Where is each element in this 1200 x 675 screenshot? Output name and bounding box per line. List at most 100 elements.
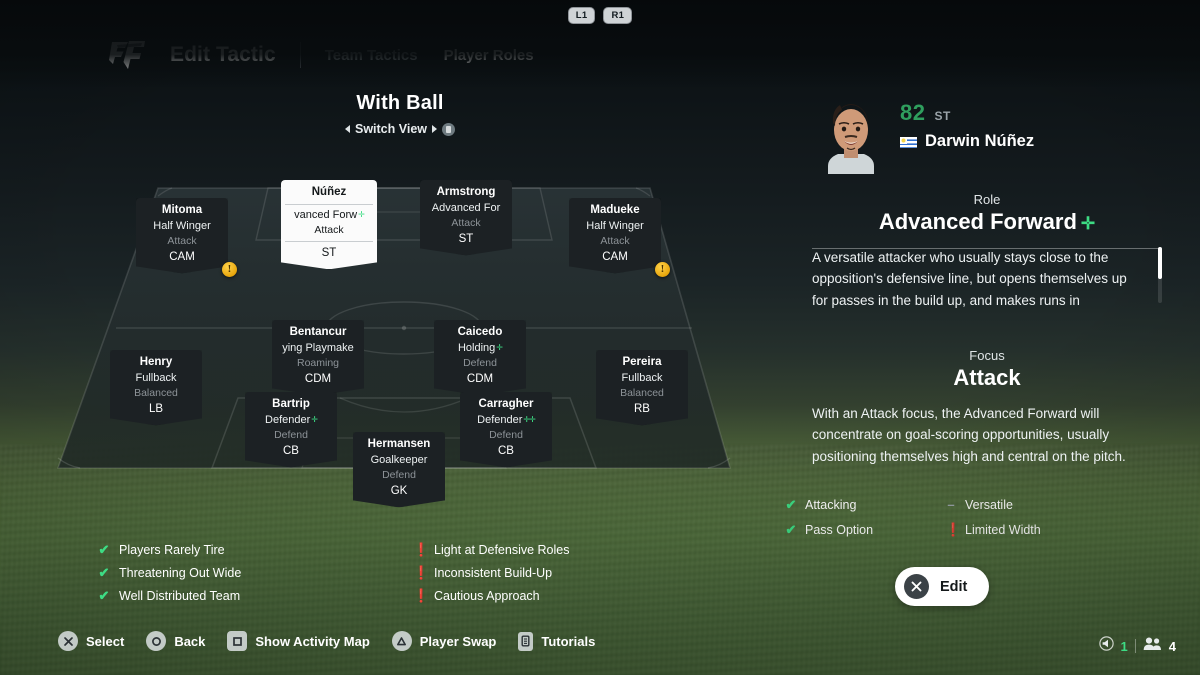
player-card-warning-icon: ! — [222, 262, 237, 277]
player-card-position: GK — [390, 485, 408, 498]
edit-button[interactable]: Edit — [895, 567, 990, 606]
player-card-role: Holding ✛ — [457, 341, 502, 354]
player-card-position: ST — [458, 233, 474, 246]
player-card-position: LB — [148, 403, 164, 416]
player-card-role: Fullback — [621, 371, 663, 384]
player-full-name: Darwin Núñez — [925, 132, 1035, 150]
player-card-focus: Balanced — [620, 387, 664, 400]
player-card-name: Armstrong — [436, 186, 496, 198]
action-player-swap[interactable]: Player Swap — [391, 631, 497, 651]
player-card-focus: Balanced — [134, 387, 178, 400]
action-tutorials[interactable]: Tutorials — [518, 631, 596, 651]
role-chevron-icon: ✛ — [1080, 214, 1096, 233]
role-description: A versatile attacker who usually stays c… — [812, 250, 1127, 308]
cross-button-icon — [58, 631, 78, 651]
pitch-header: With Ball Switch View — [0, 92, 800, 138]
bottom-action-bar[interactable]: Select Back Show Activity Map Player Swa… — [58, 631, 595, 651]
volume-icon — [1098, 636, 1114, 656]
player-header: 82 ST Darwin Núñez — [812, 92, 1160, 249]
upgrade-chevron-icon: ✛✛ — [523, 415, 535, 425]
player-card-carragher[interactable]: Carragher Defender ✛✛ Defend CB — [460, 392, 552, 467]
focus-section: Focus Attack With an Attack focus, the A… — [812, 348, 1162, 467]
player-card-armstrong[interactable]: Armstrong Advanced For Attack ST — [420, 180, 512, 255]
upgrade-chevron-icon: ✛ — [496, 343, 502, 353]
player-card-focus: Defend — [489, 429, 523, 442]
player-position: ST — [934, 109, 951, 123]
team-trait-negative: ❗ Light at Defensive Roles — [413, 538, 570, 561]
action-label: Back — [174, 633, 206, 649]
player-card-name: Henry — [139, 356, 173, 368]
player-card-bartrip[interactable]: Bartrip Defender ✛ Defend CB — [245, 392, 337, 467]
player-card-pereira[interactable]: Pereira Fullback Balanced RB — [596, 350, 688, 425]
player-card-focus: Attack — [167, 235, 197, 248]
player-name-row: Darwin Núñez — [900, 132, 1034, 151]
player-card-name: Hermansen — [367, 438, 431, 450]
player-card-position: CAM — [169, 251, 195, 264]
player-card-henry[interactable]: Henry Fullback Balanced LB — [110, 350, 202, 425]
player-card-madueke[interactable]: Madueke Half Winger Attack CAM — [569, 198, 661, 273]
player-card-caicedo[interactable]: Caicedo Holding ✛ Defend CDM — [434, 320, 526, 395]
player-card-mitoma[interactable]: Mitoma Half Winger Attack CAM — [136, 198, 228, 273]
pitch-phase-title: With Ball — [356, 92, 444, 114]
action-label: Show Activity Map — [255, 633, 370, 649]
action-select[interactable]: Select — [58, 631, 124, 651]
player-rating: 82 — [900, 100, 926, 125]
focus-description: With an Attack focus, the Advanced Forwa… — [812, 406, 1126, 464]
circle-button-icon — [146, 631, 167, 651]
action-label: Player Swap — [419, 633, 497, 649]
player-card-role: Half Winger — [586, 219, 644, 232]
player-card-nunez[interactable]: Núñez vanced Forw ✛ Attack ST — [281, 180, 377, 269]
player-card-role: Advanced For — [431, 201, 501, 214]
player-card-name: Caicedo — [457, 326, 503, 338]
switch-view-button[interactable]: Switch View — [344, 122, 455, 136]
player-card-role: Defender ✛ — [265, 413, 317, 426]
trait-label: Inconsistent Build-Up — [434, 565, 553, 580]
upgrade-chevron-icon: ✛ — [311, 415, 317, 425]
player-card-name: Pereira — [622, 356, 662, 368]
edit-button-label: Edit — [940, 578, 968, 595]
role-section: Role Advanced Forward ✛ A versatile attac… — [812, 192, 1162, 311]
team-trait-positive: ✔ Threatening Out Wide — [98, 561, 413, 584]
action-label: Tutorials — [541, 633, 596, 649]
player-card-bentancur[interactable]: Bentancur ying Playmake Roaming CDM — [272, 320, 364, 395]
player-detail-panel: 82 ST Darwin Núñez Role Advanced Forward… — [780, 0, 1200, 675]
trait-label: Players Rarely Tire — [119, 542, 225, 557]
trait-label: Well Distributed Team — [119, 588, 241, 603]
focus-label: Focus — [969, 348, 1005, 363]
team-trait-positive: ✔ Players Rarely Tire — [98, 538, 413, 561]
player-card-role: vanced Forw ✛ — [285, 204, 373, 224]
player-card-position: CB — [283, 445, 299, 458]
player-card-focus: Defend — [463, 357, 497, 370]
player-card-role: ying Playmake — [282, 341, 354, 354]
volume-value: 1 — [1120, 638, 1128, 654]
r1-button-hint[interactable]: R1 — [603, 7, 633, 25]
l1-button-hint[interactable]: L1 — [567, 7, 596, 25]
player-card-name: Carragher — [478, 398, 534, 410]
avatar — [820, 96, 882, 174]
player-card-position: RB — [634, 403, 650, 416]
team-trait-negative: ❗ Cautious Approach — [413, 584, 570, 607]
player-card-focus: Attack — [314, 224, 344, 237]
role-value: Advanced Forward ✛ — [812, 209, 1162, 235]
chevron-right-icon — [432, 125, 437, 133]
tactics-screen: Mitoma Half Winger Attack CAM! Núñez vanced F… — [0, 0, 1200, 675]
chevron-left-icon — [344, 125, 350, 133]
player-card-hermansen[interactable]: Hermansen Goalkeeper Defend GK — [353, 432, 445, 507]
player-card-warning-icon: ! — [655, 262, 670, 277]
player-card-position: ST — [285, 241, 373, 262]
trait-label: Threatening Out Wide — [119, 565, 242, 580]
team-traits: ✔ Players Rarely Tire ❗ Light at Defensi… — [98, 538, 570, 607]
action-label: Select — [86, 633, 125, 649]
scrollbar-thumb[interactable] — [1158, 247, 1162, 279]
switch-view-label: Switch View — [354, 122, 427, 136]
action-back[interactable]: Back — [146, 631, 205, 651]
player-card-focus: Defend — [382, 469, 416, 482]
action-show-activity-map[interactable]: Show Activity Map — [227, 631, 370, 651]
role-description-wrap: A versatile attacker who usually stays c… — [812, 247, 1162, 311]
player-card-name: Bartrip — [272, 398, 310, 410]
check-icon: ✔ — [98, 587, 110, 603]
check-icon: ✔ — [98, 564, 110, 580]
warning-icon: ❗ — [413, 541, 430, 557]
player-card-focus: Attack — [451, 217, 481, 230]
player-card-name: Madueke — [590, 204, 640, 216]
